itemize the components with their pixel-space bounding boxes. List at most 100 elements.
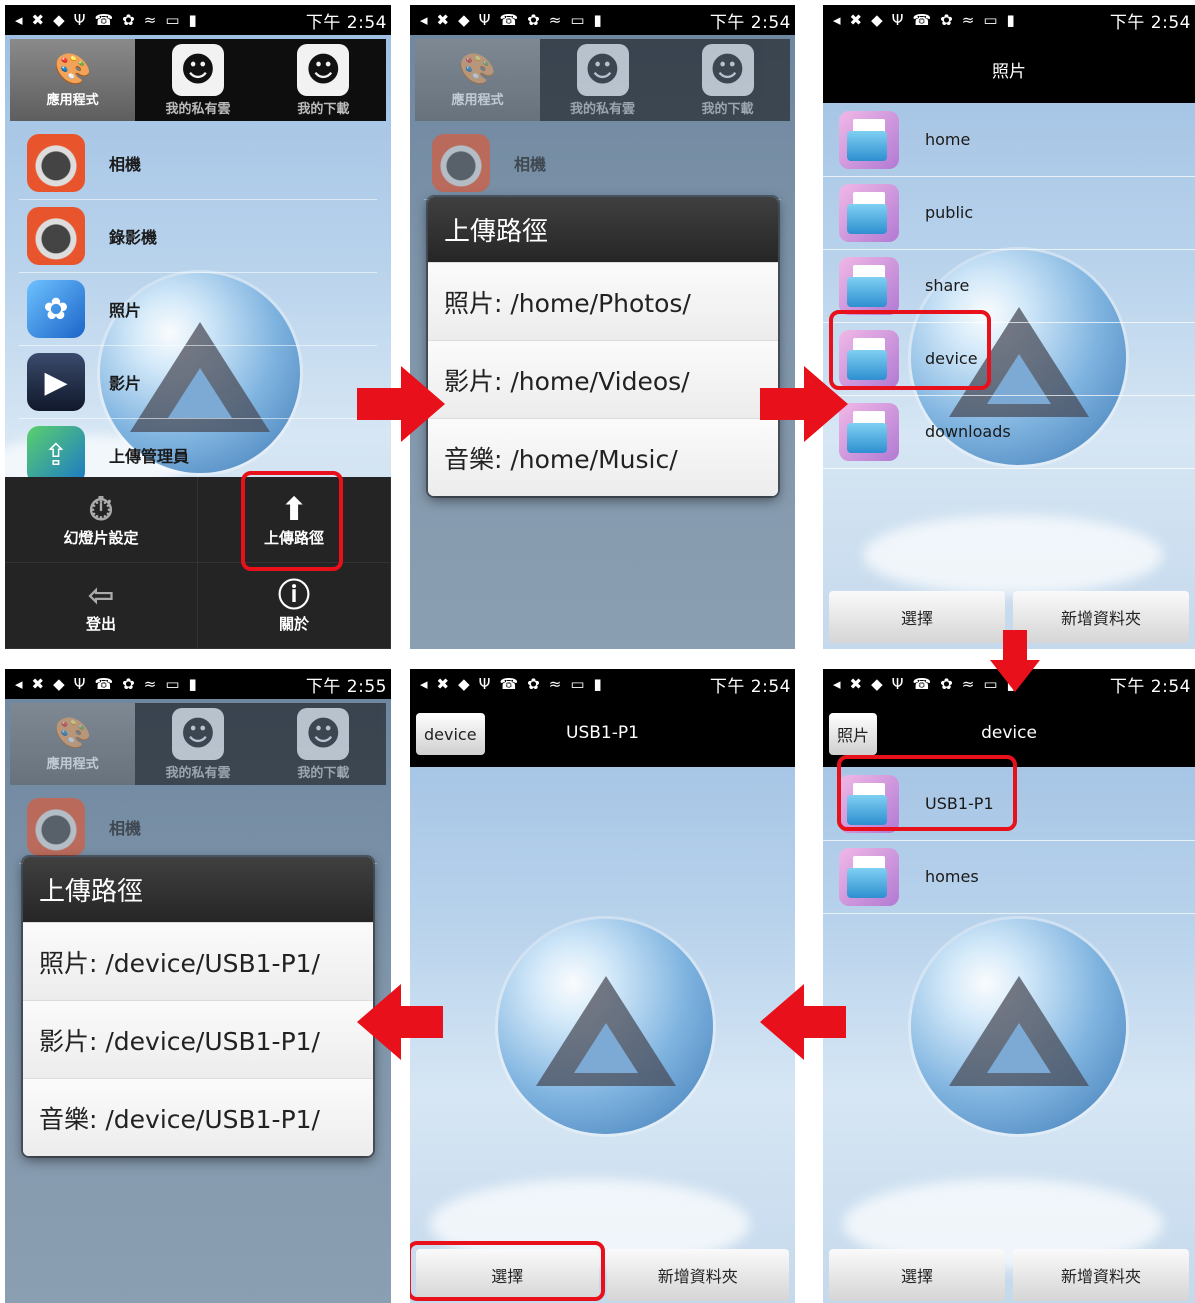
page-title: 照片: [992, 61, 1026, 82]
phone-status-icon: ☎: [94, 675, 114, 693]
status-icons: ◂ ✖ ◆ Ψ ☎ ✿ ≈ ▭ ▮: [833, 675, 1015, 693]
arrow-right-icon: [760, 366, 848, 442]
page-title: device: [981, 723, 1037, 743]
new-folder-button[interactable]: 新增資料夾: [606, 1249, 789, 1301]
palette-icon: 🎨: [53, 51, 92, 87]
arrow-down-icon: [990, 630, 1040, 692]
status-bar: ◂ ✖ ◆ Ψ ☎ ✿ ≈ ▭ ▮ 下午 2:54: [823, 5, 1195, 35]
shield-status-icon: ✖: [31, 11, 45, 29]
menu-slideshow-label: 幻燈片設定: [63, 529, 139, 547]
folder-item-public[interactable]: public: [823, 176, 1195, 250]
tab-downloads-label: 我的下載: [297, 765, 350, 781]
menu-about[interactable]: ⓘ 關於: [198, 563, 391, 649]
tab-apps: 🎨 應用程式: [415, 39, 540, 121]
app-item-camera[interactable]: 相機: [19, 127, 377, 200]
usb-status-icon: Ψ: [891, 675, 904, 693]
app-item-videos[interactable]: ▶ 影片: [19, 346, 377, 419]
shield-status-icon: ✖: [849, 11, 863, 29]
notification-status-icon: ◆: [871, 11, 883, 29]
tab-bar: 🎨 應用程式 ☻ 我的私有雲 ☻ 我的下載: [10, 703, 386, 785]
tab-private-cloud[interactable]: ☻ 我的私有雲: [135, 39, 260, 121]
folder-name: home: [925, 130, 971, 149]
app-item-label: 影片: [109, 374, 142, 393]
phone-status-icon: ☎: [912, 675, 932, 693]
screen-app-menu: ◂ ✖ ◆ Ψ ☎ ✿ ≈ ▭ ▮ 下午 2:54 🎨 應用程式 ☻ 我的私有雲…: [5, 5, 391, 649]
tab-apps[interactable]: 🎨 應用程式: [10, 39, 136, 121]
status-icons: ◂ ✖ ◆ Ψ ☎ ✿ ≈ ▭ ▮: [420, 675, 602, 693]
menu-slideshow-settings[interactable]: ⏱ 幻燈片設定: [5, 477, 198, 563]
tab-bar: 🎨 應用程式 ☻ 我的私有雲 ☻ 我的下載: [10, 39, 386, 121]
tab-private-cloud-label: 我的私有雲: [569, 101, 635, 117]
camera-icon: [27, 134, 85, 192]
clock: 下午 2:54: [709, 676, 791, 697]
dialog-item-music-path[interactable]: 音樂: /home/Music/: [428, 418, 778, 496]
page-title: USB1-P1: [566, 723, 639, 743]
back-button[interactable]: device: [416, 713, 485, 755]
dialog-item-music-path[interactable]: 音樂: /device/USB1-P1/: [23, 1078, 373, 1156]
browser-title-bar: device USB1-P1: [410, 699, 795, 767]
upload-path-dialog: 上傳路徑 照片: /home/Photos/ 影片: /home/Videos/…: [428, 197, 778, 496]
battery-status-icon: ▮: [593, 11, 602, 29]
sync-status-icon: ✿: [122, 675, 135, 693]
battery-status-icon: ▮: [1006, 11, 1015, 29]
folder-icon: [839, 402, 899, 461]
tab-downloads-label: 我的下載: [297, 101, 350, 117]
dialog-item-photos-path[interactable]: 照片: /device/USB1-P1/: [23, 922, 373, 1000]
back-button[interactable]: 照片: [829, 713, 878, 755]
highlight-upload-path: [241, 471, 343, 571]
app-logo-icon: [498, 919, 713, 1134]
app-item-label: 上傳管理員: [109, 447, 190, 466]
sim-status-icon: ▭: [165, 11, 180, 29]
folder-item-homes[interactable]: homes: [823, 840, 1195, 914]
info-icon: ⓘ: [277, 576, 310, 614]
smiley-icon: ☻: [297, 43, 350, 96]
sync-status-icon: ✿: [527, 11, 540, 29]
upload-manager-icon: ⇪: [27, 426, 85, 484]
wifi-status-icon: ≈: [961, 11, 975, 29]
browser-title-bar: 照片: [823, 35, 1195, 103]
button-bar: 選擇 新增資料夾: [823, 1243, 1195, 1301]
back-status-icon: ◂: [833, 11, 841, 29]
screen-upload-path-dialog-home: ◂ ✖ ◆ Ψ ☎ ✿ ≈ ▭ ▮ 下午 2:54 🎨 應用程式 ☻ 我的私有雲 ☻…: [410, 5, 795, 649]
folder-item-downloads[interactable]: downloads: [823, 395, 1195, 469]
tab-private-cloud: ☻ 我的私有雲: [540, 39, 665, 121]
menu-logout[interactable]: ⇦ 登出: [5, 563, 198, 649]
status-bar: ◂ ✖ ◆ Ψ ☎ ✿ ≈ ▭ ▮ 下午 2:54: [410, 669, 795, 699]
camcorder-icon: [27, 207, 85, 265]
app-item-camcorder[interactable]: 錄影機: [19, 200, 377, 273]
app-item-camera: 相機: [19, 791, 377, 864]
phone-status-icon: ☎: [94, 11, 114, 29]
sim-status-icon: ▭: [165, 675, 180, 693]
dialog-item-videos-path[interactable]: 影片: /device/USB1-P1/: [23, 1000, 373, 1078]
folder-item-home[interactable]: home: [823, 103, 1195, 177]
sync-status-icon: ✿: [527, 675, 540, 693]
tab-downloads[interactable]: ☻ 我的下載: [261, 39, 386, 121]
app-item-camera: 相機: [424, 127, 781, 200]
folder-name: share: [925, 276, 970, 295]
dialog-item-photos-path[interactable]: 照片: /home/Photos/: [428, 262, 778, 340]
battery-status-icon: ▮: [188, 675, 197, 693]
menu-about-label: 關於: [278, 615, 309, 633]
sync-status-icon: ✿: [122, 11, 135, 29]
sim-status-icon: ▭: [983, 11, 998, 29]
usb-status-icon: Ψ: [891, 11, 904, 29]
folder-name: homes: [925, 867, 979, 886]
app-item-photos[interactable]: ✿ 照片: [19, 273, 377, 346]
new-folder-button[interactable]: 新增資料夾: [1013, 1249, 1189, 1301]
tab-apps-label: 應用程式: [46, 756, 99, 772]
palette-icon: 🎨: [53, 715, 92, 751]
dialog-item-videos-path[interactable]: 影片: /home/Videos/: [428, 340, 778, 418]
phone-status-icon: ☎: [499, 11, 519, 29]
palette-icon: 🎨: [458, 51, 497, 87]
app-item-label: 相機: [514, 155, 547, 174]
notification-status-icon: ◆: [53, 675, 65, 693]
photo-icon: ✿: [27, 280, 85, 338]
notification-status-icon: ◆: [53, 11, 65, 29]
arrow-left-icon: [357, 984, 443, 1060]
camera-icon: [432, 134, 490, 192]
wifi-status-icon: ≈: [143, 11, 157, 29]
select-button[interactable]: 選擇: [829, 1249, 1005, 1301]
highlight-usb1-p1-folder: [837, 755, 1017, 831]
smiley-icon: ☻: [701, 43, 754, 96]
select-button[interactable]: 選擇: [829, 591, 1005, 643]
